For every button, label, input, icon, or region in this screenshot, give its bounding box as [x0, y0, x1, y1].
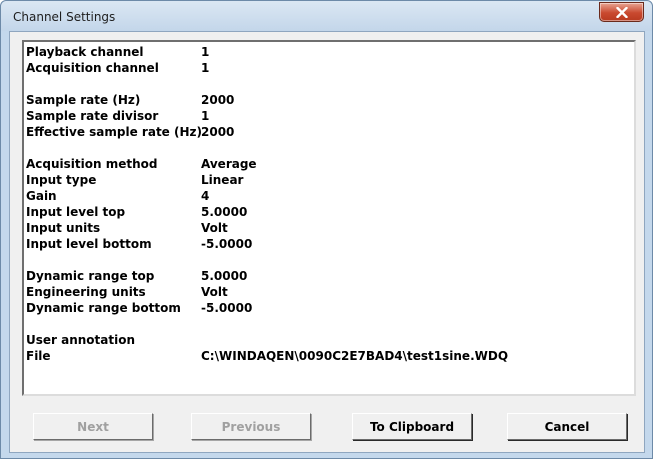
- settings-row: Acquisition channel 1: [26, 60, 508, 76]
- setting-value: Volt: [201, 221, 228, 235]
- settings-row: Effective sample rate (Hz) 2000: [26, 124, 508, 140]
- setting-value: Volt: [201, 285, 228, 299]
- setting-label: User annotation: [26, 333, 136, 347]
- setting-value: 1: [201, 45, 210, 59]
- title-bar[interactable]: Channel Settings: [1, 1, 652, 31]
- settings-row: Input units Volt: [26, 220, 508, 236]
- setting-label: Input type: [26, 173, 97, 187]
- window-title: Channel Settings: [13, 10, 116, 24]
- setting-value: Linear: [201, 173, 244, 187]
- settings-row: Acquisition method Average: [26, 156, 508, 172]
- setting-label: Dynamic range top: [26, 269, 155, 283]
- settings-row: Input level bottom -5.0000: [26, 236, 508, 252]
- setting-value: 4: [201, 189, 210, 203]
- setting-label: Effective sample rate (Hz): [26, 125, 202, 139]
- settings-row: Input level top 5.0000: [26, 204, 508, 220]
- setting-label: Sample rate (Hz): [26, 93, 141, 107]
- settings-list: Playback channel 1 Acquisition channel 1 Sam…: [26, 44, 508, 364]
- setting-value: 5.0000: [201, 205, 248, 219]
- close-button[interactable]: [599, 2, 644, 22]
- setting-label: Gain: [26, 189, 57, 203]
- setting-label: Playback channel: [26, 45, 144, 59]
- settings-row: Dynamic range bottom -5.0000: [26, 300, 508, 316]
- setting-value: 2000: [201, 125, 235, 139]
- close-icon: [616, 7, 628, 18]
- setting-value: 1: [201, 109, 210, 123]
- setting-value: -5.0000: [201, 301, 253, 315]
- setting-label: Input level top: [26, 205, 126, 219]
- channel-settings-dialog: Channel Settings Playback channel 1 Acquis…: [0, 0, 653, 459]
- setting-value: 1: [201, 61, 210, 75]
- setting-value: 5.0000: [201, 269, 248, 283]
- setting-label: Input level bottom: [26, 237, 152, 251]
- settings-row: Engineering units Volt: [26, 284, 508, 300]
- settings-row: User annotation: [26, 332, 508, 348]
- setting-label: File: [26, 349, 51, 363]
- setting-label: Engineering units: [26, 285, 146, 299]
- to-clipboard-button[interactable]: To Clipboard: [352, 413, 472, 440]
- setting-label: Dynamic range bottom: [26, 301, 181, 315]
- setting-label: Acquisition channel: [26, 61, 159, 75]
- settings-row: Dynamic range top 5.0000: [26, 268, 508, 284]
- dialog-body: Playback channel 1 Acquisition channel 1 Sam…: [9, 31, 645, 453]
- settings-panel: Playback channel 1 Acquisition channel 1 Sam…: [22, 40, 636, 396]
- previous-button[interactable]: Previous: [191, 413, 311, 440]
- settings-row: Sample rate (Hz) 2000: [26, 92, 508, 108]
- cancel-button[interactable]: Cancel: [507, 413, 627, 440]
- settings-row: Playback channel 1: [26, 44, 508, 60]
- setting-value: Average: [201, 157, 257, 171]
- setting-label: Input units: [26, 221, 101, 235]
- setting-label: Sample rate divisor: [26, 109, 159, 123]
- next-button[interactable]: Next: [33, 413, 153, 440]
- settings-row: Gain 4: [26, 188, 508, 204]
- setting-value: C:\WINDAQEN\0090C2E7BAD4\test1sine.WDQ: [201, 349, 509, 363]
- settings-row: File C:\WINDAQEN\0090C2E7BAD4\test1sine.W…: [26, 348, 508, 364]
- setting-label: Acquisition method: [26, 157, 158, 171]
- settings-row: Sample rate divisor 1: [26, 108, 508, 124]
- setting-value: 2000: [201, 93, 235, 107]
- setting-value: -5.0000: [201, 237, 253, 251]
- settings-row: Input type Linear: [26, 172, 508, 188]
